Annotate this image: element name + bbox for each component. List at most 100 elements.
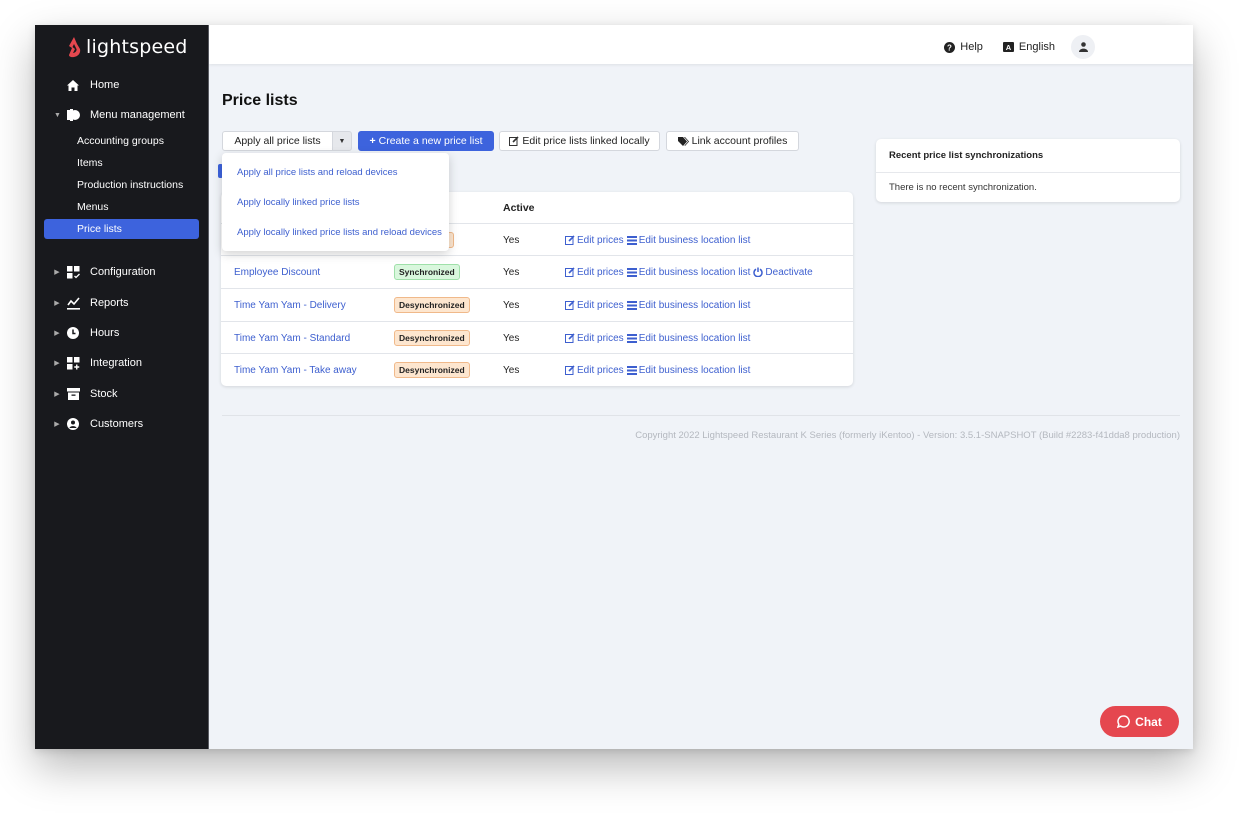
price-list-name[interactable]: Time Yam Yam - Standard — [234, 322, 350, 354]
edit-linked-locally-button[interactable]: Edit price lists linked locally — [499, 131, 660, 151]
lightspeed-flame-icon — [69, 37, 81, 58]
active-value: Yes — [503, 299, 520, 311]
footer-divider — [222, 415, 1180, 416]
edit-icon — [565, 267, 575, 277]
sidebar-subitem-production-instructions[interactable]: Production instructions — [44, 175, 199, 195]
caret-right-icon: ▶ — [54, 421, 60, 428]
status-badge: Desynchronized — [394, 362, 470, 378]
recent-sync-panel: Recent price list synchronizations There… — [876, 139, 1180, 202]
active-value: Yes — [503, 364, 520, 376]
dropdown-item-apply-local[interactable]: Apply locally linked price lists — [237, 192, 360, 212]
table-row: Time Yam Yam - Delivery Desynchronized Y… — [221, 288, 853, 321]
price-list-name[interactable]: Employee Discount — [234, 256, 320, 288]
customers-icon — [66, 417, 80, 431]
list-icon — [626, 300, 637, 310]
clock-icon — [66, 326, 80, 340]
sidebar-item-label: Stock — [90, 388, 118, 400]
edit-icon — [565, 300, 575, 310]
edit-icon — [565, 333, 575, 343]
dropdown-item-apply-local-reload[interactable]: Apply locally linked price lists and rel… — [237, 222, 442, 242]
status-badge: Desynchronized — [394, 297, 470, 313]
app-window: lightspeed Home ▼ Menu management Accoun… — [35, 25, 1193, 749]
edit-prices-link[interactable]: Edit prices — [565, 365, 624, 376]
integration-icon — [66, 356, 80, 370]
edit-prices-link[interactable]: Edit prices — [565, 333, 624, 344]
edit-icon — [565, 235, 575, 245]
table-row: Time Yam Yam - Take away Desynchronized … — [221, 353, 853, 386]
column-header-active: Active — [503, 201, 535, 214]
sidebar-item-customers[interactable]: ▶ Customers — [35, 413, 208, 435]
link-account-profiles-button[interactable]: Link account profiles — [666, 131, 799, 151]
dropdown-item-apply-all-reload[interactable]: Apply all price lists and reload devices — [237, 162, 398, 182]
svg-text:A: A — [1006, 43, 1012, 52]
active-value: Yes — [503, 234, 520, 246]
sidebar-divider — [208, 25, 209, 749]
price-list-name[interactable]: Time Yam Yam - Take away — [234, 354, 357, 386]
sidebar: lightspeed Home ▼ Menu management Accoun… — [35, 25, 208, 749]
chat-button[interactable]: Chat — [1100, 706, 1179, 737]
sidebar-item-label: Configuration — [90, 266, 156, 278]
home-icon — [66, 78, 80, 92]
price-list-name[interactable]: Time Yam Yam - Delivery — [234, 289, 346, 321]
caret-right-icon: ▶ — [54, 269, 60, 276]
top-bar: ? Help A English — [209, 25, 1193, 64]
sidebar-item-menu-management[interactable]: ▼ Menu management — [35, 104, 208, 126]
edit-icon — [509, 136, 519, 146]
tags-icon — [677, 136, 689, 146]
sidebar-item-hours[interactable]: ▶ Hours — [35, 322, 208, 344]
sidebar-item-stock[interactable]: ▶ Stock — [35, 383, 208, 405]
stock-icon — [66, 387, 80, 401]
menu-management-icon — [66, 108, 80, 122]
caret-right-icon: ▶ — [54, 330, 60, 337]
sidebar-subitem-menus[interactable]: Menus — [44, 197, 199, 217]
apply-dropdown-toggle[interactable]: ▼ — [332, 131, 352, 151]
chat-bubble-icon — [1117, 715, 1131, 728]
language-icon: A — [1002, 41, 1014, 52]
apply-price-lists-button[interactable]: Apply all price lists — [222, 131, 333, 151]
apply-dropdown-menu: Apply all price lists and reload devices… — [222, 153, 449, 251]
status-badge: Synchronized — [394, 264, 460, 280]
edit-business-location-list-link[interactable]: Edit business location list — [626, 235, 750, 246]
active-value: Yes — [503, 266, 520, 278]
configuration-icon — [66, 265, 80, 279]
reports-icon — [66, 296, 80, 310]
caret-right-icon: ▶ — [54, 391, 60, 398]
deactivate-link[interactable]: Deactivate — [753, 267, 813, 278]
power-icon — [753, 267, 764, 277]
create-price-list-button[interactable]: + Create a new price list — [358, 131, 494, 151]
recent-sync-empty: There is no recent synchronization. — [889, 181, 1037, 193]
sidebar-subitem-items[interactable]: Items — [44, 153, 199, 173]
sidebar-item-home[interactable]: Home — [35, 74, 208, 96]
edit-business-location-list-link[interactable]: Edit business location list — [626, 365, 750, 376]
sidebar-subitem-accounting-groups[interactable]: Accounting groups — [44, 131, 199, 151]
lightspeed-logo[interactable]: lightspeed — [66, 34, 188, 60]
account-button[interactable] — [1071, 35, 1095, 59]
edit-business-location-list-link[interactable]: Edit business location list — [626, 300, 750, 311]
sidebar-item-label: Integration — [90, 357, 142, 369]
list-icon — [626, 365, 637, 375]
edit-prices-link[interactable]: Edit prices — [565, 235, 624, 246]
sidebar-item-label: Home — [90, 79, 120, 91]
sidebar-item-label: Hours — [90, 327, 120, 339]
user-icon — [1078, 42, 1088, 52]
page-title: Price lists — [222, 92, 298, 109]
list-icon — [626, 235, 637, 245]
question-circle-icon: ? — [944, 41, 956, 53]
sidebar-item-configuration[interactable]: ▶ Configuration — [35, 261, 208, 283]
edit-business-location-list-link[interactable]: Edit business location list — [626, 267, 750, 278]
sidebar-subitem-price-lists[interactable]: Price lists — [44, 219, 199, 239]
svg-text:?: ? — [947, 43, 952, 52]
plus-icon: + — [369, 135, 376, 147]
caret-down-icon: ▼ — [54, 111, 61, 119]
active-value: Yes — [503, 332, 520, 344]
language-selector[interactable]: A English — [1002, 41, 1055, 53]
sidebar-item-integration[interactable]: ▶ Integration — [35, 352, 208, 374]
help-button[interactable]: ? Help — [944, 41, 983, 53]
caret-right-icon: ▶ — [54, 300, 60, 307]
sidebar-item-label: Menu management — [90, 109, 185, 121]
edit-prices-link[interactable]: Edit prices — [565, 300, 624, 311]
sidebar-item-reports[interactable]: ▶ Reports — [35, 292, 208, 314]
edit-prices-link[interactable]: Edit prices — [565, 267, 624, 278]
sidebar-item-label: Reports — [90, 297, 129, 309]
edit-business-location-list-link[interactable]: Edit business location list — [626, 333, 750, 344]
